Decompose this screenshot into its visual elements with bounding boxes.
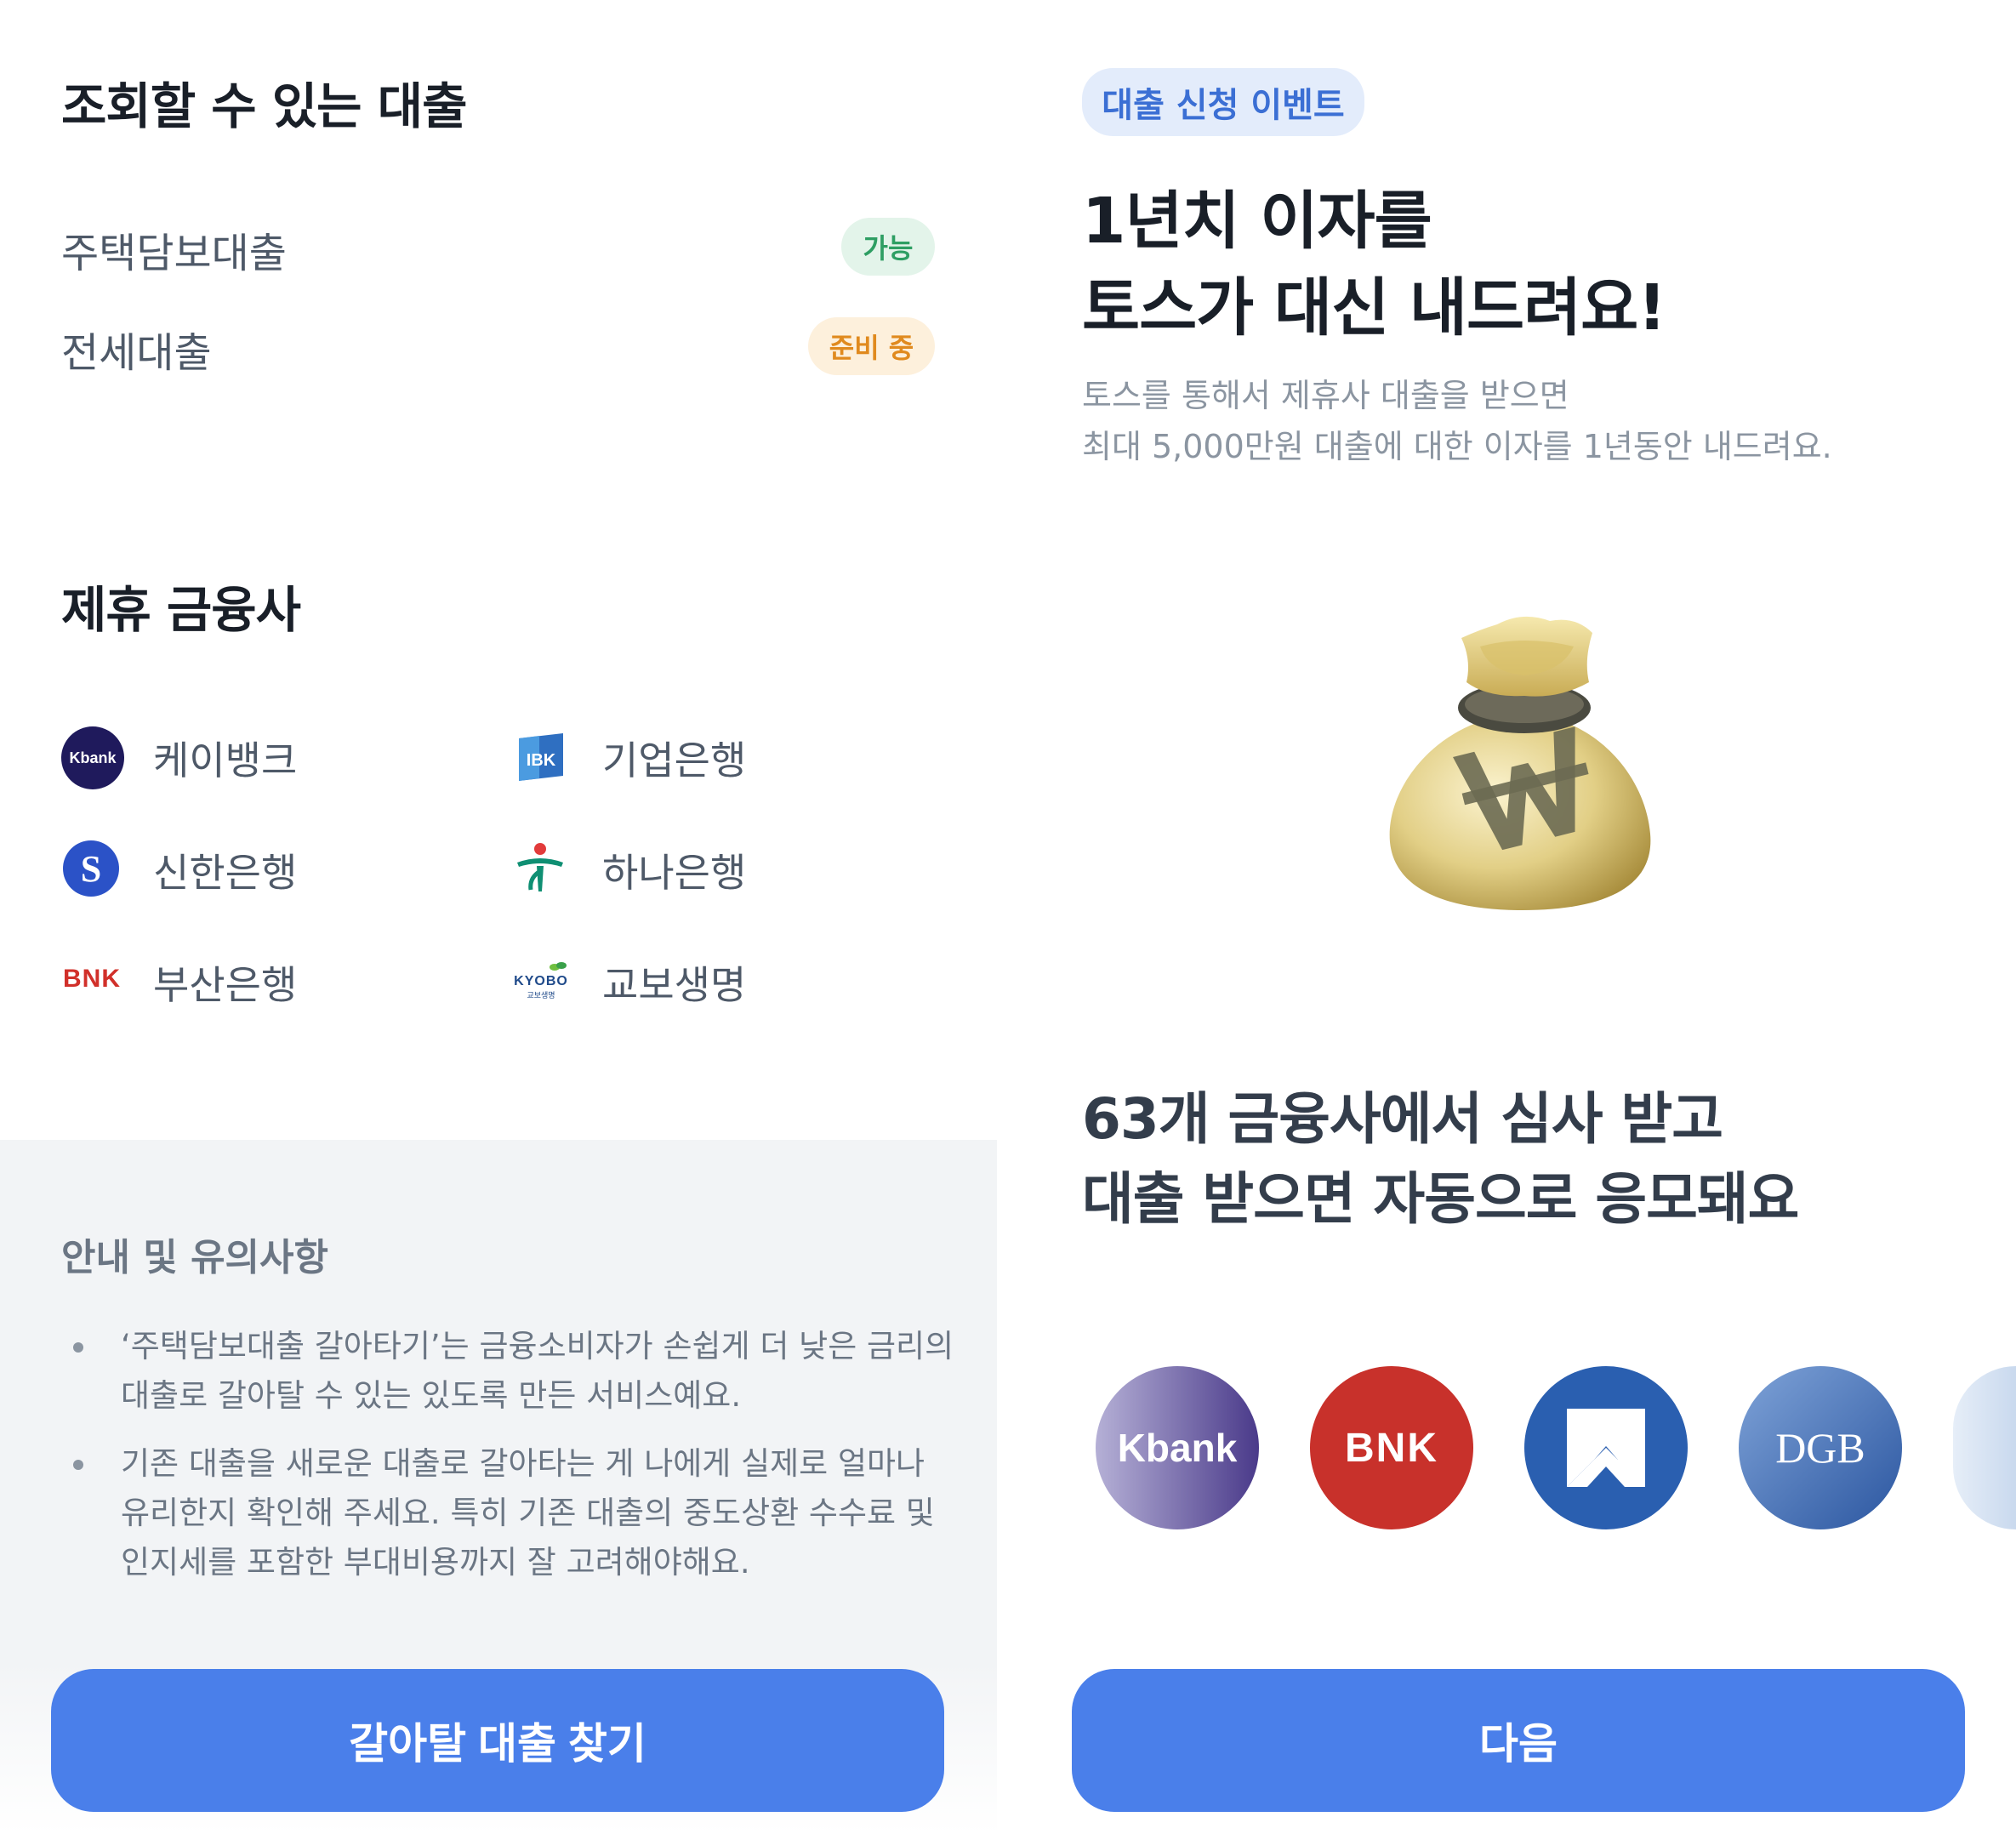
shinhan-logo-icon: S (63, 840, 119, 897)
notice-item-1-line-1: ‘주택담보대출 갈아타기’는 금융소비자가 손쉽게 더 낮은 금리의 (121, 1328, 954, 1364)
notice-item-2-line-3: 인지세를 포함한 부대비용까지 잘 고려해야해요. (121, 1544, 750, 1581)
partner-name-kbank: 케이뱅크 (153, 738, 298, 783)
bnk-logo-icon: BNK (63, 965, 121, 993)
notice-item-2-line-2: 유리한지 확인해 주세요. 특히 기존 대출의 중도상환 수수료 및 (121, 1495, 935, 1531)
lender-logo-dgb: DGB (1739, 1366, 1902, 1529)
kyobo-logo-icon: KYOBO 교보생명 (510, 954, 572, 1005)
loan-item-mortgage-label: 주택담보대출 (61, 230, 287, 277)
event-badge: 대출 신청 이벤트 (1082, 68, 1364, 136)
loan-item-jeonse-label: 전세대출 (61, 329, 212, 377)
partner-name-kyobo: 교보생명 (602, 962, 747, 1008)
headline-line-1: 63개 금융사에서 심사 받고 (1082, 1086, 1723, 1152)
status-badge-preparing: 준비 중 (808, 317, 935, 375)
bullet-dot (73, 1460, 83, 1470)
next-button[interactable]: 다음 (1072, 1669, 1965, 1812)
notice-item-2-line-1: 기존 대출을 새로운 대출로 갈아타는 게 나에게 실제로 얼마나 (121, 1445, 925, 1482)
event-desc-line-1: 토스를 통해서 제휴사 대출을 받으면 (1082, 377, 1569, 414)
find-refinance-loan-button[interactable]: 갈아탈 대출 찾기 (51, 1669, 944, 1812)
lender-logo-bnk: BNK (1310, 1366, 1473, 1529)
partner-name-ibk: 기업은행 (602, 738, 747, 783)
event-title-line-1: 1년치 이자를 (1082, 185, 1432, 258)
event-desc-line-2: 최대 5,000만원 대출에 대한 이자를 1년동안 내드려요. (1082, 428, 1832, 465)
loan-check-panel: 조회할 수 있는 대출 주택담보대출 가능 전세대출 준비 중 제휴 금융사 K… (0, 0, 997, 1834)
event-title-line-2: 토스가 대신 내드려요! (1082, 271, 1666, 345)
ibk-logo-icon: IBK (514, 730, 568, 784)
notice-title: 안내 및 유의사항 (61, 1236, 328, 1279)
house-logo-icon (1567, 1409, 1645, 1487)
lender-logo-kbank: Kbank (1096, 1366, 1259, 1529)
kbank-logo-icon: Kbank (61, 726, 124, 789)
lender-logo-house (1524, 1366, 1688, 1529)
bullet-dot (73, 1342, 83, 1353)
partner-name-hana: 하나은행 (602, 850, 747, 896)
headline-line-2: 대출 받으면 자동으로 응모돼요 (1082, 1166, 1799, 1232)
money-bag-icon (1361, 587, 1684, 919)
notice-item-1-line-2: 대출로 갈아탈 수 있는 있도록 만든 서비스예요. (121, 1377, 742, 1414)
partner-name-shinhan: 신한은행 (153, 850, 298, 896)
partner-name-bnk: 부산은행 (153, 962, 298, 1008)
loans-section-title: 조회할 수 있는 대출 (61, 77, 467, 135)
status-badge-available: 가능 (841, 218, 935, 276)
partners-section-title: 제휴 금융사 (61, 581, 301, 639)
svg-text:IBK: IBK (527, 751, 556, 770)
hana-logo-icon (512, 840, 568, 897)
